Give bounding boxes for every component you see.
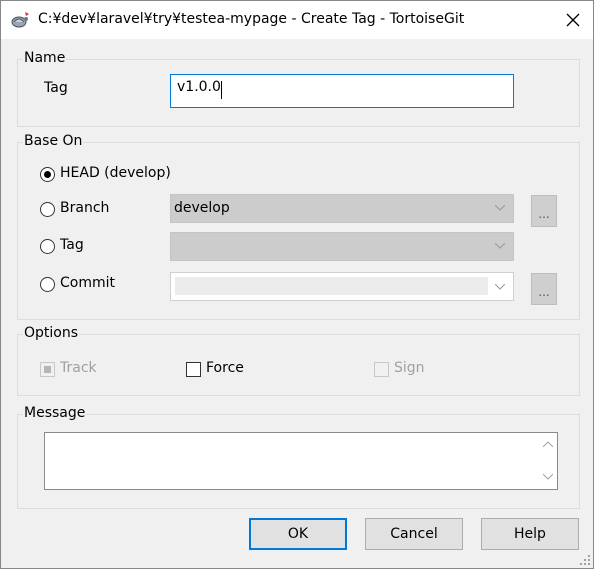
commit-radio[interactable] [40, 277, 55, 292]
tag-radio[interactable] [40, 239, 55, 254]
tag-select[interactable] [170, 232, 514, 261]
radio-selected-dot [44, 171, 51, 178]
cancel-button[interactable]: Cancel [365, 518, 463, 550]
track-checkbox[interactable] [40, 362, 55, 377]
branch-radio-label[interactable]: Branch [60, 200, 109, 216]
commit-select-field [175, 277, 488, 295]
commit-select[interactable] [170, 272, 514, 301]
ok-button[interactable]: OK [249, 518, 347, 550]
title-bar: C:¥dev¥laravel¥try¥testea-mypage - Creat… [1, 1, 593, 39]
branch-select[interactable]: develop [170, 194, 514, 223]
message-legend: Message [23, 405, 87, 421]
branch-radio[interactable] [40, 202, 55, 217]
name-group-legend: Name [23, 50, 67, 66]
head-radio-label[interactable]: HEAD (develop) [60, 165, 171, 181]
track-label: Track [60, 360, 97, 376]
chevron-down-icon [495, 205, 505, 211]
base-on-legend: Base On [23, 133, 84, 149]
branch-browse-button[interactable]: ... [531, 195, 557, 227]
sign-label: Sign [394, 360, 425, 376]
branch-select-value: develop [174, 200, 230, 216]
commit-radio-label[interactable]: Commit [60, 275, 115, 291]
chevron-down-icon [495, 284, 505, 290]
commit-browse-button[interactable]: ... [531, 273, 557, 305]
create-tag-dialog: C:¥dev¥laravel¥try¥testea-mypage - Creat… [0, 0, 594, 569]
scroll-up-icon[interactable] [543, 441, 553, 447]
force-checkbox[interactable] [186, 362, 201, 377]
tag-name-input[interactable]: v1.0.0 [170, 74, 514, 108]
options-legend: Options [23, 325, 80, 341]
options-group [17, 334, 580, 396]
force-label[interactable]: Force [206, 360, 244, 376]
tortoisegit-icon [10, 10, 30, 30]
close-button[interactable] [553, 1, 593, 39]
head-radio[interactable] [40, 167, 55, 182]
text-caret [221, 81, 222, 99]
indeterminate-mark [44, 366, 51, 373]
window-title: C:¥dev¥laravel¥try¥testea-mypage - Creat… [38, 11, 465, 27]
tag-name-label: Tag [44, 80, 68, 96]
message-textarea[interactable] [44, 432, 558, 490]
close-icon [566, 13, 580, 27]
sign-checkbox[interactable] [374, 362, 389, 377]
chevron-down-icon [495, 243, 505, 249]
tag-radio-label[interactable]: Tag [60, 237, 84, 253]
help-button[interactable]: Help [481, 518, 579, 550]
scroll-down-icon[interactable] [543, 474, 553, 480]
resize-grip-icon[interactable] [579, 554, 591, 566]
tag-name-value: v1.0.0 [177, 79, 221, 95]
